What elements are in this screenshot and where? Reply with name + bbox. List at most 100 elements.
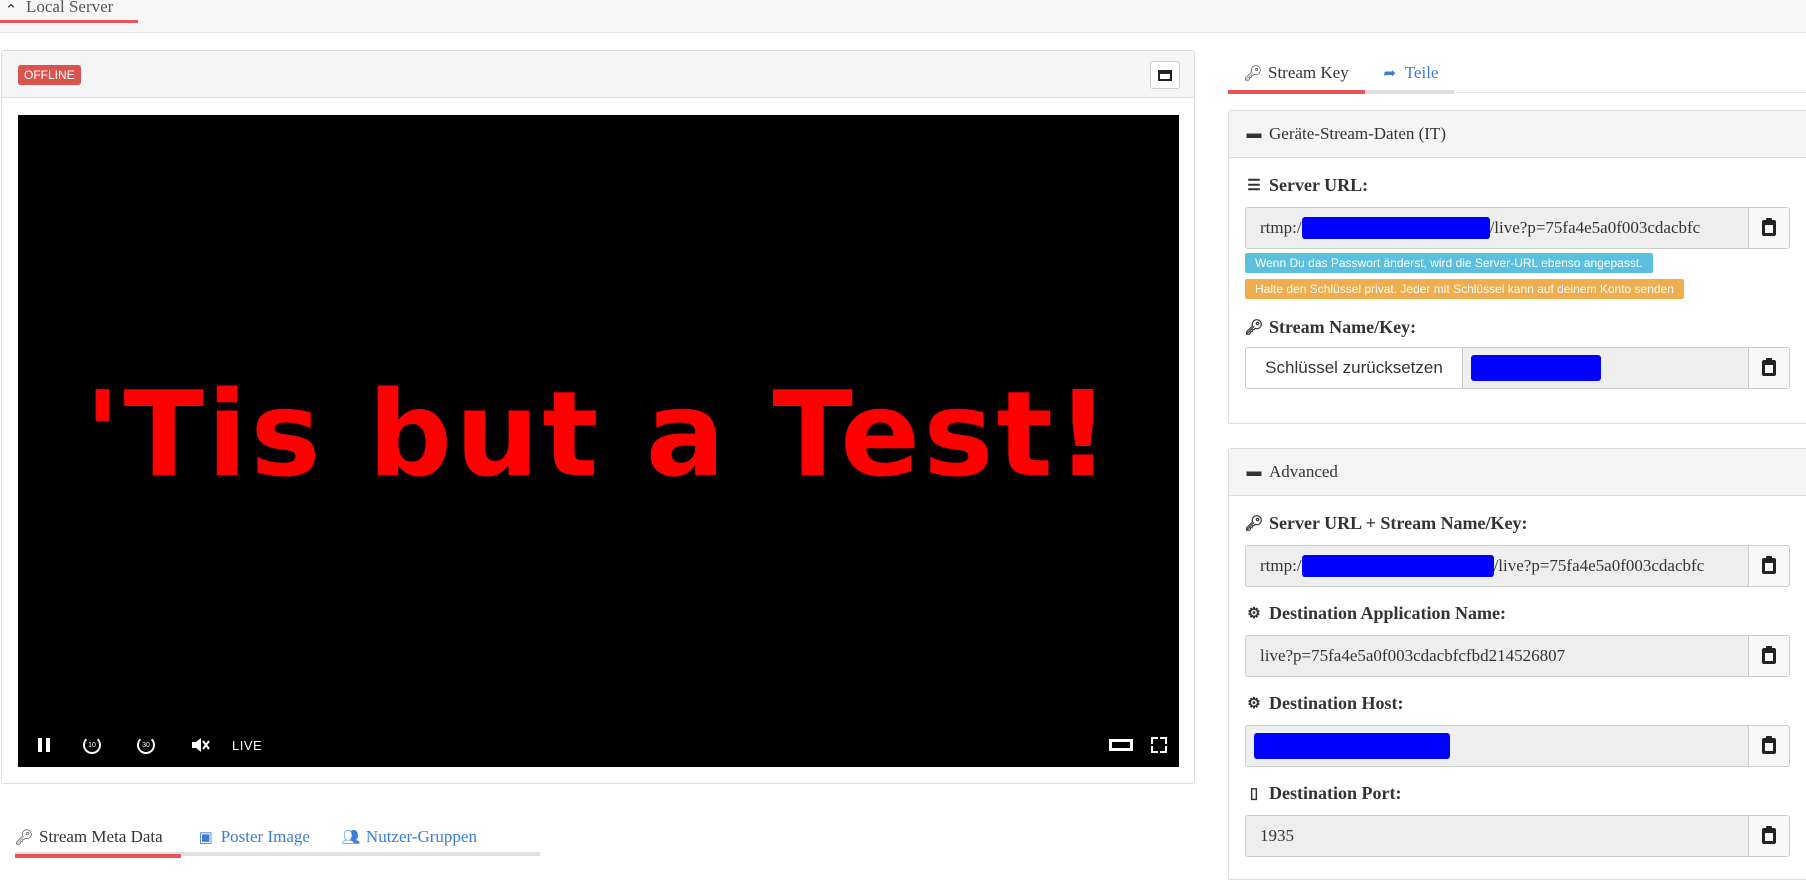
images-icon: ▣: [198, 829, 213, 846]
copy-combined-url-button[interactable]: [1748, 545, 1790, 587]
tab-stream-key[interactable]: 🔑︎ Stream Key: [1228, 56, 1365, 94]
gear-icon: ⚙: [1247, 696, 1261, 712]
copy-stream-key-button[interactable]: [1748, 347, 1790, 389]
window-icon: [1158, 69, 1172, 81]
fullscreen-icon[interactable]: [1151, 737, 1167, 753]
gear-icon: ⚙: [1247, 606, 1261, 622]
host-group: [1245, 725, 1790, 767]
skip-forward-seconds: 30: [142, 741, 150, 749]
port-label-text: Destination Port:: [1269, 783, 1402, 803]
app-name-label-text: Destination Application Name:: [1269, 603, 1507, 623]
player-panel: OFFLINE 'Tis but a Test! 10 30 LIVE: [1, 50, 1195, 784]
skip-back-button[interactable]: 10: [78, 733, 106, 757]
key-icon: 🔑︎: [14, 829, 34, 846]
tab-poster-image-label: Poster Image: [220, 827, 310, 846]
clipboard-icon: [1762, 826, 1776, 844]
server-url-prefix: rtmp:/: [1260, 218, 1302, 237]
users-icon: 👥︎: [341, 829, 361, 846]
server-url-group: rtmp:/ /live?p=75fa4e5a0f003cdacbfc: [1245, 207, 1790, 249]
hdd-icon: ▬: [1246, 463, 1262, 480]
skip-forward-icon: 30: [137, 736, 155, 754]
skip-back-icon: 10: [83, 736, 101, 754]
copy-app-name-button[interactable]: [1748, 635, 1790, 677]
device-stream-card: ▬ Geräte-Stream-Daten (IT) ☰ Server URL:…: [1228, 110, 1806, 424]
tab-nutzer-gruppen[interactable]: 👥︎ Nutzer-Gruppen: [341, 820, 477, 854]
pause-icon: [38, 738, 50, 752]
combined-url-suffix: /live?p=75fa4e5a0f003cdacbfc: [1493, 556, 1705, 575]
port-label: ▯ Destination Port:: [1245, 783, 1402, 804]
advanced-card-title: Advanced: [1269, 462, 1338, 481]
tab-poster-image[interactable]: ▣ Poster Image: [197, 820, 310, 854]
theater-mode-icon[interactable]: [1109, 739, 1133, 751]
port-group: 1935: [1245, 815, 1790, 857]
redacted-block: [1301, 217, 1490, 239]
skip-forward-button[interactable]: 30: [132, 733, 160, 757]
app-name-group: live?p=75fa4e5a0f003cdacbfcfbd214526807: [1245, 635, 1790, 677]
video-frame-text: 'Tis but a Test!: [84, 365, 1113, 503]
redacted-block: [1301, 555, 1494, 577]
server-url-label: ☰ Server URL:: [1245, 175, 1368, 196]
player-controls: 10 30 LIVE: [18, 723, 1179, 767]
skip-back-seconds: 10: [88, 741, 96, 749]
reset-key-button[interactable]: Schlüssel zurücksetzen: [1245, 347, 1463, 389]
tab-nutzer-gruppen-label: Nutzer-Gruppen: [365, 827, 477, 846]
host-input[interactable]: [1245, 725, 1748, 767]
stream-key-label: 🔑︎ Stream Name/Key:: [1244, 317, 1417, 338]
live-indicator: LIVE: [232, 737, 263, 753]
stream-key-input[interactable]: [1463, 347, 1748, 389]
combined-url-label: 🔑︎ Server URL + Stream Name/Key:: [1244, 513, 1528, 534]
video-player[interactable]: 'Tis but a Test! 10 30 LIVE: [18, 115, 1179, 767]
clipboard-icon: [1762, 556, 1776, 574]
host-label: ⚙ Destination Host:: [1245, 693, 1404, 714]
share-icon: ➦: [1383, 65, 1397, 82]
advanced-card-header: ▬ Advanced: [1229, 449, 1806, 496]
tab-stream-meta-data[interactable]: 🔑︎ Stream Meta Data: [14, 820, 181, 858]
hdd-icon: ▬: [1246, 125, 1262, 142]
port-input[interactable]: 1935: [1245, 815, 1748, 857]
host-label-text: Destination Host:: [1269, 693, 1404, 713]
pause-button[interactable]: [30, 733, 58, 757]
copy-port-button[interactable]: [1748, 815, 1790, 857]
tab-local-server[interactable]: ⌃ Local Server: [0, 0, 138, 23]
server-url-input[interactable]: rtmp:/ /live?p=75fa4e5a0f003cdacbfc: [1245, 207, 1748, 249]
combined-url-prefix: rtmp:/: [1260, 556, 1302, 575]
redacted-block: [1254, 733, 1450, 759]
combined-url-label-text: Server URL + Stream Name/Key:: [1269, 513, 1528, 533]
tab-share[interactable]: ➦ Teile: [1364, 56, 1455, 94]
server-url-label-text: Server URL:: [1269, 175, 1369, 195]
tab-local-server-label: Local Server: [26, 0, 114, 16]
server-url-suffix: /live?p=75fa4e5a0f003cdacbfc: [1489, 218, 1701, 237]
muted-speaker-icon: [192, 738, 210, 752]
clipboard-icon: [1762, 218, 1776, 236]
key-icon: 🔑︎: [1244, 516, 1264, 532]
tab-share-label: Teile: [1404, 63, 1439, 82]
tab-stream-key-label: Stream Key: [1268, 63, 1349, 82]
right-tabs: 🔑︎ Stream Key ➦ Teile: [1228, 56, 1455, 96]
player-panel-header: OFFLINE: [2, 51, 1194, 98]
combined-url-group: rtmp:/ /live?p=75fa4e5a0f003cdacbfc: [1245, 545, 1790, 587]
copy-host-button[interactable]: [1748, 725, 1790, 767]
key-icon: 🔑︎: [1243, 65, 1263, 82]
hint-info: Wenn Du das Passwort änderst, wird die S…: [1245, 253, 1653, 273]
stream-key-group: Schlüssel zurücksetzen: [1245, 347, 1790, 389]
hint-warning: Halte den Schlüssel privat. Jeder mit Sc…: [1245, 279, 1684, 299]
popout-window-button[interactable]: [1150, 61, 1180, 89]
status-badge: OFFLINE: [18, 65, 81, 85]
tab-stream-meta-data-label: Stream Meta Data: [39, 827, 163, 846]
combined-url-input[interactable]: rtmp:/ /live?p=75fa4e5a0f003cdacbfc: [1245, 545, 1748, 587]
clipboard-icon: [1762, 358, 1776, 376]
app-name-label: ⚙ Destination Application Name:: [1245, 603, 1506, 624]
lower-tabs: 🔑︎ Stream Meta Data ▣ Poster Image 👥︎ Nu…: [14, 820, 540, 858]
clipboard-icon: [1762, 646, 1776, 664]
door-icon: ▯: [1249, 786, 1259, 802]
stream-key-label-text: Stream Name/Key:: [1269, 317, 1417, 337]
redacted-block: [1471, 355, 1601, 381]
device-stream-card-header: ▬ Geräte-Stream-Daten (IT): [1229, 111, 1806, 158]
copy-server-url-button[interactable]: [1748, 207, 1790, 249]
advanced-card: ▬ Advanced 🔑︎ Server URL + Stream Name/K…: [1228, 448, 1806, 880]
server-icon: ☰: [1247, 178, 1261, 194]
key-icon: 🔑︎: [1244, 320, 1264, 336]
app-name-input[interactable]: live?p=75fa4e5a0f003cdacbfcfbd214526807: [1245, 635, 1748, 677]
player-controls-right: [1109, 737, 1167, 753]
mute-button[interactable]: [186, 733, 214, 757]
